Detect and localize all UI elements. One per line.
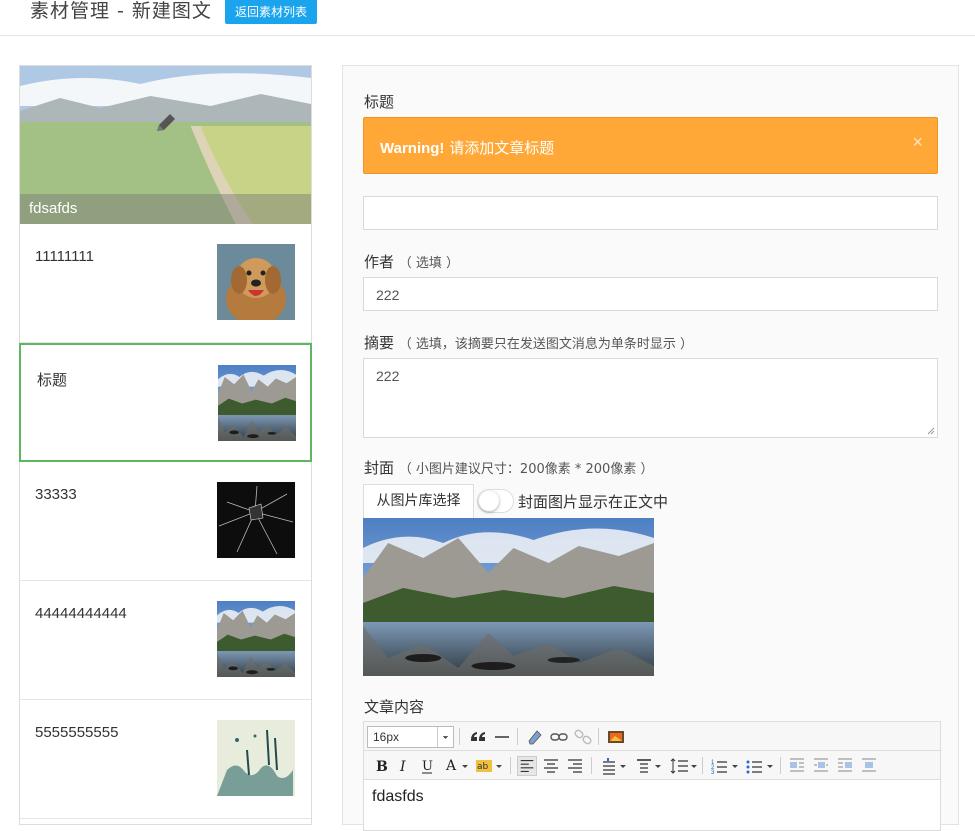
article-item[interactable]: 5555555555 [20, 700, 311, 819]
svg-text:ab: ab [477, 762, 489, 772]
link-icon[interactable] [549, 727, 569, 747]
image-center-icon[interactable] [859, 756, 879, 776]
header-bar: 素材管理 - 新建图文 返回素材列表 [0, 0, 975, 36]
warning-alert: Warning! 请添加文章标题 × [363, 117, 938, 174]
bold-icon[interactable]: B [370, 756, 390, 776]
show-cover-label: 封面图片显示在正文中 [518, 493, 669, 511]
summary-hint: （ 选填，该摘要只在发送图文消息为单条时显示 ） [398, 337, 694, 352]
article-list-panel: fdsafds 11111111 标题 33333 44444444444 55… [19, 65, 312, 825]
article-item[interactable]: 33333 [20, 462, 311, 581]
article-item-title: 5555555555 [35, 724, 119, 741]
article-item[interactable]: 11111111 [20, 224, 311, 343]
underline-icon[interactable]: U [417, 756, 437, 776]
editor-toolbar-row-2: B I U A ab 123 [364, 751, 940, 780]
ordered-list-icon[interactable]: 123 [710, 756, 740, 776]
image-float-left-icon[interactable] [787, 756, 807, 776]
article-item-title: 33333 [35, 486, 77, 503]
align-center-icon[interactable] [541, 756, 561, 776]
line-height-icon[interactable] [668, 756, 698, 776]
summary-label-text: 摘要 [364, 334, 395, 352]
vertical-align-icon[interactable] [634, 756, 664, 776]
cover-label: 封面 （ 小图片建议尺寸：200像素 * 200像素 ） [364, 457, 653, 478]
page-title: 素材管理 - 新建图文 [30, 0, 212, 22]
toolbar-divider [517, 728, 518, 745]
show-cover-toggle[interactable] [477, 489, 514, 513]
font-color-icon[interactable]: A [442, 756, 470, 776]
quote-icon[interactable] [468, 727, 488, 747]
broken-glass-thumbnail [217, 482, 295, 558]
article-item-title: 标题 [37, 372, 68, 389]
image-inline-icon[interactable] [811, 756, 831, 776]
svg-text:U: U [422, 759, 433, 774]
content-label: 文章内容 [364, 698, 425, 716]
pick-from-library-button[interactable]: 从图片库选择 [363, 484, 474, 519]
ink-painting-thumbnail [217, 720, 295, 796]
svg-text:I: I [399, 759, 406, 775]
article-item-title: 11111111 [35, 248, 94, 265]
toolbar-divider [780, 757, 781, 774]
warning-strong: Warning! [380, 140, 445, 157]
author-hint: （ 选填 ） [398, 256, 460, 271]
cover-article[interactable]: fdsafds [20, 66, 311, 224]
back-to-list-button[interactable]: 返回素材列表 [225, 0, 318, 24]
article-item-title: 44444444444 [35, 605, 127, 622]
align-right-icon[interactable] [565, 756, 585, 776]
close-icon[interactable]: × [912, 132, 923, 153]
text-indent-icon[interactable] [600, 756, 630, 776]
svg-text:3: 3 [711, 770, 715, 776]
summary-textarea[interactable]: 222 [363, 358, 938, 438]
cover-label-text: 封面 [364, 459, 395, 477]
horizontal-rule-icon[interactable] [492, 727, 512, 747]
editor-toolbar-row-1: 16px [364, 722, 940, 751]
article-item-active[interactable]: 标题 [19, 343, 312, 462]
toolbar-divider [702, 757, 703, 774]
italic-icon[interactable]: I [393, 756, 413, 776]
svg-text:B: B [376, 759, 388, 775]
summary-value: 222 [376, 368, 400, 384]
chevron-down-icon [437, 727, 449, 747]
unordered-list-icon[interactable] [745, 756, 775, 776]
dog-thumbnail [217, 244, 295, 320]
eraser-icon[interactable] [525, 727, 545, 747]
toolbar-divider [598, 728, 599, 745]
toggle-knob [479, 491, 499, 511]
image-float-right-icon[interactable] [835, 756, 855, 776]
warning-text: Warning! 请添加文章标题 [380, 137, 554, 158]
toolbar-divider [591, 757, 592, 774]
cover-hint: （ 小图片建议尺寸：200像素 * 200像素 ） [398, 462, 654, 477]
align-left-icon[interactable] [517, 756, 537, 776]
highlight-color-icon[interactable]: ab [474, 756, 504, 776]
resize-handle-icon[interactable] [927, 427, 935, 435]
lake-thumbnail [218, 365, 296, 441]
author-label: 作者 （ 选填 ） [364, 251, 459, 272]
font-size-select[interactable]: 16px [367, 726, 454, 748]
pencil-icon[interactable] [154, 112, 178, 136]
toolbar-divider [510, 757, 511, 774]
author-input[interactable]: 222 [363, 277, 938, 311]
cover-article-title: fdsafds [20, 194, 311, 224]
toolbar-divider [459, 728, 460, 745]
article-edit-form: 标题 Warning! 请添加文章标题 × 作者 （ 选填 ） 222 摘要 （… [342, 65, 959, 831]
title-label: 标题 [364, 93, 395, 111]
lake-thumbnail [217, 601, 295, 677]
cover-preview-image [363, 518, 654, 676]
unlink-icon[interactable] [573, 727, 593, 747]
author-label-text: 作者 [364, 253, 395, 271]
svg-text:A: A [445, 758, 457, 774]
image-icon[interactable] [606, 727, 626, 747]
font-size-value: 16px [373, 730, 400, 744]
rich-text-editor: 16px B I U A ab 1 2 3 fdasfds [363, 721, 941, 831]
title-input[interactable] [363, 196, 938, 230]
article-item[interactable]: 44444444444 [20, 581, 311, 700]
editor-content[interactable]: fdasfds [372, 788, 424, 806]
warning-message: 请添加文章标题 [449, 139, 555, 157]
summary-label: 摘要 （ 选填，该摘要只在发送图文消息为单条时显示 ） [364, 332, 693, 353]
